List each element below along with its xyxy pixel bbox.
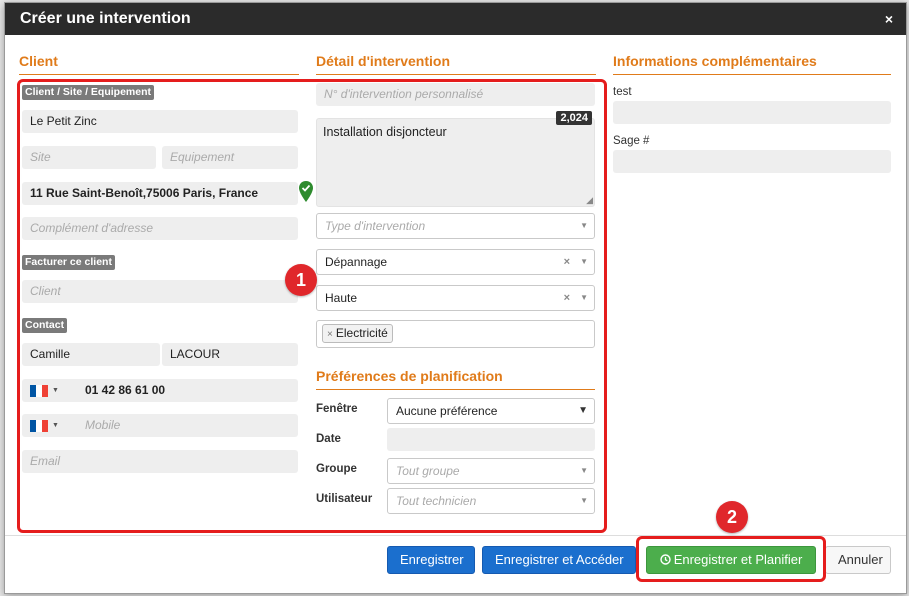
modal-title: Créer une intervention: [20, 10, 191, 27]
test-label: test: [613, 86, 632, 98]
modal-header: Créer une intervention ×: [5, 3, 906, 35]
highlight-box-2: [636, 536, 826, 582]
save-button[interactable]: Enregistrer: [387, 546, 475, 574]
extra-section-title: Informations complémentaires: [613, 53, 891, 75]
cancel-button[interactable]: Annuler: [825, 546, 891, 574]
detail-section-title: Détail d'intervention: [316, 53, 596, 75]
sage-field[interactable]: [613, 150, 891, 173]
save-and-access-button[interactable]: Enregistrer et Accéder: [482, 546, 636, 574]
annotation-badge-1: 1: [285, 264, 317, 296]
create-intervention-modal: Créer une intervention × Client Client /…: [4, 2, 907, 594]
annotation-badge-2: 2: [716, 501, 748, 533]
close-icon[interactable]: ×: [885, 11, 893, 27]
sage-label: Sage #: [613, 135, 650, 147]
test-field[interactable]: [613, 101, 891, 124]
highlight-box-1: [17, 79, 607, 533]
client-section-title: Client: [19, 53, 299, 75]
